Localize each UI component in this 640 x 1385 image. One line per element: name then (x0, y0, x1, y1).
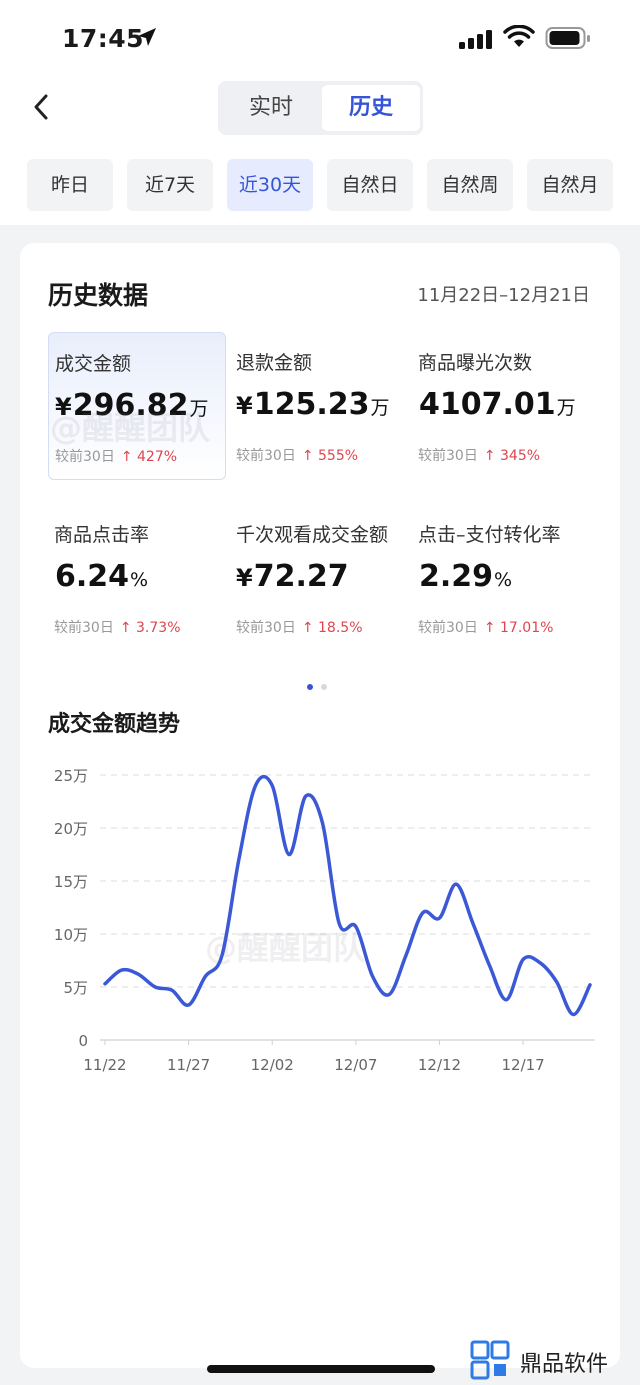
metric-value: 2.29% (419, 559, 513, 594)
metric-label: 商品点击率 (54, 524, 150, 546)
metric-compare: 较前30日 ↑ 345% (418, 448, 541, 464)
metric-value: 6.24% (55, 559, 149, 594)
period-natural-day[interactable]: 自然日 (327, 159, 413, 211)
y-tick-label: 25万 (54, 767, 88, 785)
trend-title: 成交金额趋势 (48, 712, 181, 737)
metric-refund[interactable]: 退款金额 ¥125.23万 较前30日 ↑ 555% (230, 332, 408, 480)
x-tick-label: 12/02 (251, 1056, 294, 1074)
date-range: 11月22日–12月21日 (417, 285, 590, 306)
period-yesterday[interactable]: 昨日 (27, 159, 113, 211)
tab-history[interactable]: 历史 (322, 85, 420, 131)
metric-value: ¥72.27 (236, 559, 349, 594)
period-natural-week[interactable]: 自然周 (427, 159, 513, 211)
metric-gpm[interactable]: 千次观看成交金额 ¥72.27 较前30日 ↑ 18.5% (230, 504, 408, 652)
page-dot (321, 684, 327, 690)
y-tick-label: 10万 (54, 926, 88, 944)
y-tick-label: 20万 (54, 820, 88, 838)
x-tick-label: 12/17 (501, 1056, 544, 1074)
location-arrow-icon (138, 28, 156, 46)
metric-label: 商品曝光次数 (418, 352, 533, 374)
y-tick-label: 5万 (63, 979, 88, 997)
gmv-trend-chart: 0 5万 10万 15万 20万 25万 11/22 11/27 12/02 12/07 12/12… (54, 767, 595, 1074)
cellular-signal-icon (459, 30, 492, 49)
metric-label: 千次观看成交金额 (236, 524, 389, 546)
card-title: 历史数据 (48, 281, 149, 310)
metric-exposure[interactable]: 商品曝光次数 4107.01万 较前30日 ↑ 345% (412, 332, 590, 480)
metric-label: 成交金额 (55, 353, 132, 375)
series-line (103, 774, 592, 1017)
metric-label: 点击–支付转化率 (418, 524, 561, 546)
metric-value: 4107.01万 (419, 387, 576, 422)
battery-icon (545, 27, 590, 49)
back-chevron-icon[interactable] (28, 92, 56, 122)
tab-realtime[interactable]: 实时 (222, 85, 320, 131)
metric-gmv[interactable]: 成交金额 ¥296.82万 较前30日 ↑ 427% (48, 332, 226, 480)
brand-logo-icon (470, 1340, 510, 1380)
status-time: 17:45 (62, 24, 145, 53)
x-tick-label: 11/22 (83, 1056, 126, 1074)
metric-value: ¥125.23万 (236, 387, 390, 422)
home-indicator (207, 1365, 435, 1373)
x-tick-label: 12/07 (334, 1056, 377, 1074)
metric-click-rate[interactable]: 商品点击率 6.24% 较前30日 ↑ 3.73% (48, 504, 226, 652)
metric-compare: 较前30日 ↑ 3.73% (54, 620, 181, 636)
mode-switch: 实时 历史 (218, 81, 423, 135)
y-tick-label: 0 (78, 1032, 88, 1050)
metric-conversion-rate[interactable]: 点击–支付转化率 2.29% 较前30日 ↑ 17.01% (412, 504, 590, 652)
metric-compare: 较前30日 ↑ 555% (236, 448, 359, 464)
metric-compare: 较前30日 ↑ 18.5% (236, 620, 363, 636)
period-7-days[interactable]: 近7天 (127, 159, 213, 211)
brand-name: 鼎品软件 (520, 1352, 609, 1377)
x-tick-label: 12/12 (418, 1056, 461, 1074)
metric-compare: 较前30日 ↑ 17.01% (418, 620, 554, 636)
metric-compare: 较前30日 ↑ 427% (55, 449, 178, 465)
page-dot-active (307, 684, 313, 690)
history-data-card: 历史数据 11月22日–12月21日 成交金额 ¥296.82万 较前30日 ↑ … (20, 243, 620, 1368)
period-natural-month[interactable]: 自然月 (527, 159, 613, 211)
y-tick-label: 15万 (54, 873, 88, 891)
page-indicator (307, 675, 335, 694)
period-30-days[interactable]: 近30天 (227, 159, 313, 211)
metric-value: ¥296.82万 (55, 388, 209, 423)
metric-label: 退款金额 (236, 352, 313, 374)
x-tick-label: 11/27 (167, 1056, 210, 1074)
wifi-icon (503, 25, 535, 47)
